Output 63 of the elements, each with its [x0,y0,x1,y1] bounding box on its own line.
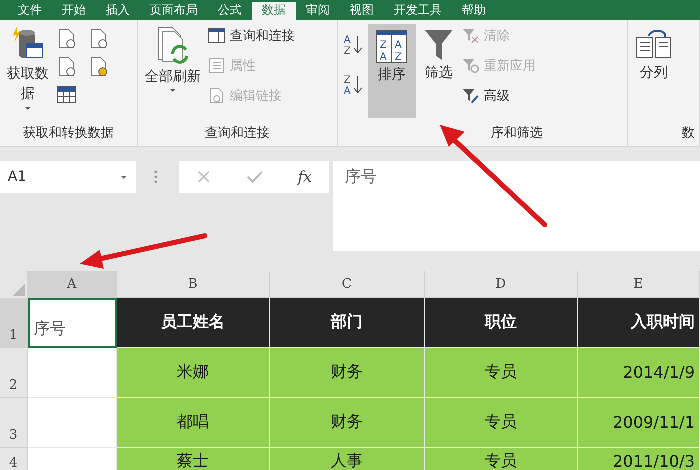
name-box[interactable]: A1 [0,161,136,193]
panel-icon [208,28,226,44]
sort-icon: Z A A Z [376,30,408,64]
table-cell: 人事 [270,448,425,470]
table-cell: 2009/11/1 [578,398,700,448]
table-cell: 职位 [425,298,578,348]
filter-button[interactable]: 筛选 [420,24,458,84]
table-cell: 2011/10/3 [578,448,700,470]
row-header[interactable]: 2 [0,348,28,398]
table-icon[interactable] [56,84,78,106]
refresh-all-button[interactable]: 全部刷新 [142,24,204,95]
filter-refresh-icon [462,58,480,74]
queries-connections-button[interactable]: 查询和连接 [208,24,295,48]
caret-icon [169,88,177,93]
table-cell: 2014/1/9 [578,348,700,398]
ribbon-tab[interactable]: 数据 [252,2,296,20]
insert-function-button[interactable]: fx [298,168,312,186]
ribbon-tab[interactable]: 开发工具 [384,2,452,20]
table-cell: 专员 [425,448,578,470]
ribbon-tab[interactable]: 审阅 [296,2,340,20]
drag-handle-icon[interactable] [154,170,158,184]
table-cell: 员工姓名 [117,298,270,348]
sort-button[interactable]: Z A A Z 排序 [368,24,416,118]
ribbon-tab[interactable]: 插入 [96,2,140,20]
caret-icon [24,106,32,111]
corner-triangle-icon [13,284,25,296]
get-data-button[interactable]: 获取数据 [4,24,52,113]
column-header[interactable]: E [578,271,700,298]
caret-icon [120,174,128,180]
link-document-icon [208,88,226,104]
filter-clear-icon [462,28,480,44]
list-icon [208,58,226,74]
checkmark-icon[interactable] [246,169,264,185]
filter-pencil-icon [462,88,480,104]
row-header[interactable]: 1 [0,298,28,348]
advanced-filter-button[interactable]: 高级 [462,84,536,108]
column-header[interactable]: C [270,271,425,298]
table-cell: 序号 [28,298,117,348]
column-header[interactable]: B [117,271,270,298]
group-label: 查询和连接 [204,125,271,143]
ribbon-tab[interactable]: 文件 [8,2,52,20]
table-cell: 专员 [425,398,578,448]
table-cell: 都唱 [117,398,270,448]
formula-input[interactable]: 序号 [333,161,700,251]
column-header[interactable]: A [28,271,117,298]
table-cell: 蔡士 [117,448,270,470]
ribbon-tab[interactable]: 公式 [208,2,252,20]
text-to-columns-button[interactable]: 分列 [632,24,676,84]
group-label: 序和筛选 [490,125,544,143]
ribbon-tab[interactable]: 视图 [340,2,384,20]
table-cell: 专员 [425,348,578,398]
table-cell: 部门 [270,298,425,348]
table-cell: 财务 [270,398,425,448]
table-cell: 财务 [270,348,425,398]
table-cell: 米娜 [117,348,270,398]
ribbon-tab[interactable]: 帮助 [452,2,496,20]
ribbon-tab[interactable]: 开始 [52,2,96,20]
column-header[interactable]: D [425,271,578,298]
table-cell: 入职时间 [578,298,700,348]
group-label: 数 [681,125,695,143]
ribbon-tab[interactable]: 页面布局 [140,2,208,20]
group-label: 获取和转换数据 [22,125,115,143]
row-header[interactable]: 3 [0,398,28,448]
